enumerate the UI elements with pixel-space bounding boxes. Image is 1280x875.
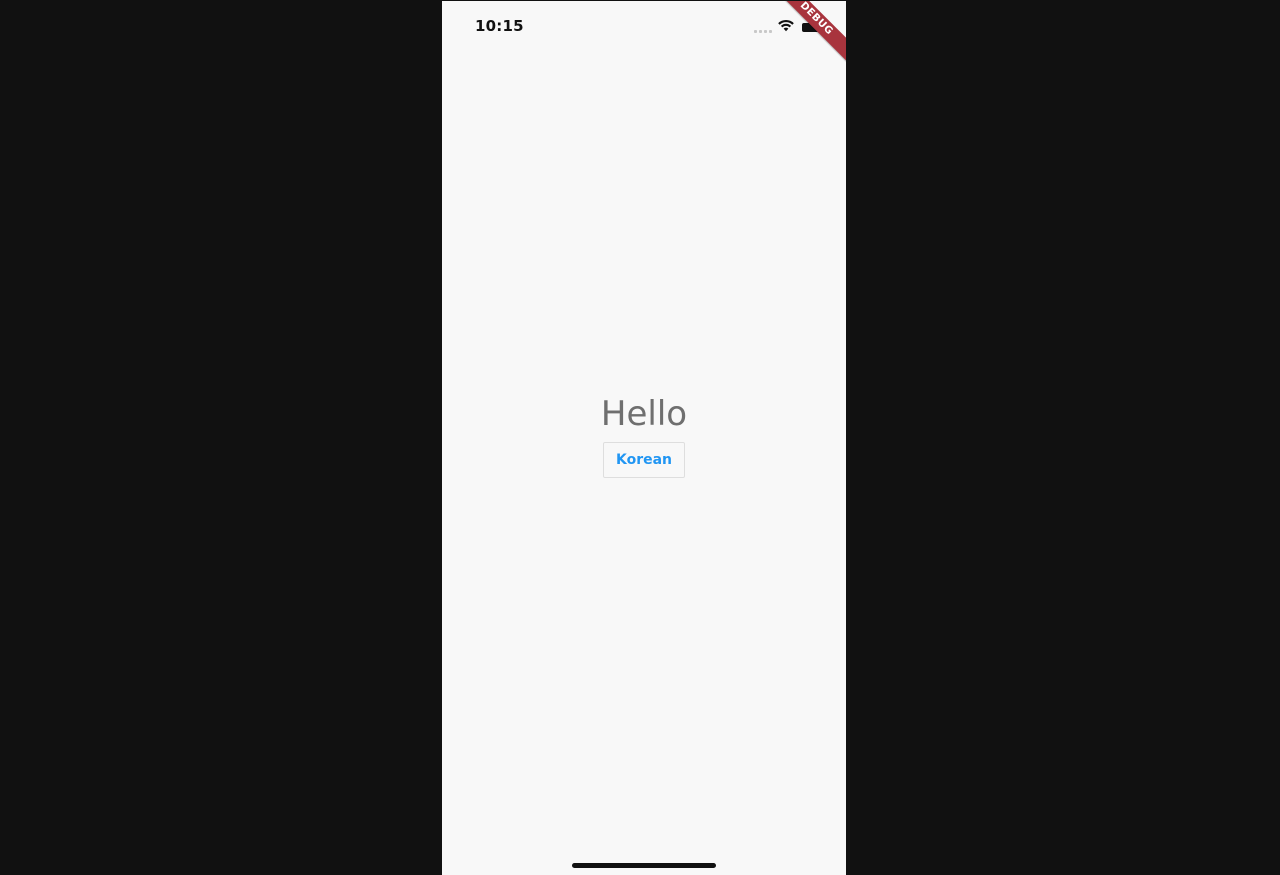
phone-screen: 10:15 DEBUG Hello Korean — [442, 1, 846, 875]
status-bar: 10:15 — [442, 1, 846, 51]
home-indicator[interactable] — [572, 863, 716, 868]
korean-language-button[interactable]: Korean — [603, 442, 685, 478]
cellular-signal-icon — [754, 29, 774, 33]
status-time: 10:15 — [475, 17, 524, 35]
wifi-icon — [778, 19, 794, 32]
greeting-text: Hello — [600, 394, 688, 434]
main-content: Hello Korean — [442, 391, 846, 478]
